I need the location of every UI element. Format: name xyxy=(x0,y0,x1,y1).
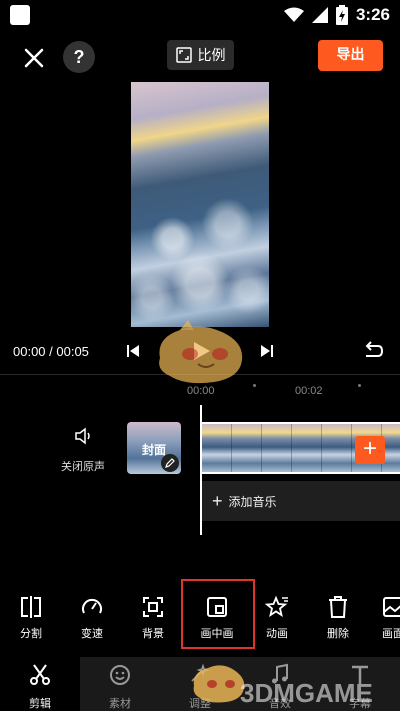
nav-label: 素材 xyxy=(109,697,131,710)
nav-label: 剪辑 xyxy=(29,697,51,710)
help-icon: ? xyxy=(73,47,85,67)
tool-label: 画中画 xyxy=(200,627,234,640)
status-icons: 3:26 xyxy=(283,4,390,26)
wifi-icon xyxy=(283,7,304,22)
jump-to-end-button[interactable] xyxy=(258,342,276,360)
mute-original-label: 关闭原声 xyxy=(61,460,105,473)
ruler-dot xyxy=(253,384,256,387)
undo-button[interactable] xyxy=(362,340,384,362)
tool-label: 动画 xyxy=(266,627,288,640)
tool-delete[interactable]: 删除 xyxy=(315,595,361,641)
background-icon xyxy=(143,597,163,617)
nav-item-materials[interactable]: 素材 xyxy=(80,663,160,711)
edit-cover-icon xyxy=(161,454,179,472)
clip-frame xyxy=(322,424,352,472)
undo-icon xyxy=(365,341,384,357)
skip-previous-icon xyxy=(127,345,139,357)
clip-frame xyxy=(232,424,262,472)
tool-picture-in-picture[interactable]: 画中画 xyxy=(194,595,240,641)
ruler-tick: 00:02 xyxy=(295,385,323,397)
battery-icon xyxy=(335,5,348,25)
tool-label: 删除 xyxy=(327,627,349,640)
add-music-label: 添加音乐 xyxy=(228,494,277,509)
close-button[interactable] xyxy=(18,42,50,74)
ruler-dot xyxy=(358,384,361,387)
status-time: 3:26 xyxy=(355,5,390,24)
tool-frame[interactable]: 画面 xyxy=(370,595,400,641)
clip-frame xyxy=(202,424,232,472)
tool-label: 背景 xyxy=(142,627,164,640)
add-music-button[interactable]: + 添加音乐 xyxy=(202,481,400,521)
watermark-mascot-logo xyxy=(193,665,245,703)
clip-frame xyxy=(262,424,292,472)
mute-original-button[interactable] xyxy=(58,426,108,450)
clip-frame xyxy=(292,424,322,472)
animation-icon xyxy=(265,595,288,617)
speaker-icon xyxy=(75,427,90,445)
status-bar: 3:26 xyxy=(0,0,400,30)
plus-icon: + xyxy=(212,491,223,511)
tool-label: 分割 xyxy=(20,627,42,640)
signal-icon xyxy=(311,7,328,23)
cover-button[interactable]: 封面 xyxy=(127,422,181,474)
nav-item-edit[interactable]: 剪辑 xyxy=(0,663,80,711)
ratio-label: 比例 xyxy=(197,48,226,64)
watermark-text: 3DMGAME xyxy=(240,678,373,708)
frame-icon xyxy=(383,597,400,617)
watermark-mascot-logo xyxy=(159,320,243,384)
tool-speed[interactable]: 变速 xyxy=(69,595,115,641)
time-readout: 00:00 / 00:05 xyxy=(13,344,89,359)
speed-icon xyxy=(82,598,102,614)
aspect-ratio-icon xyxy=(175,47,192,63)
tool-animation[interactable]: 动画 xyxy=(254,595,300,641)
close-icon xyxy=(24,48,44,68)
add-clip-button[interactable]: + xyxy=(355,436,385,464)
tool-label: 变速 xyxy=(81,627,103,640)
app-notification-icon xyxy=(10,5,30,25)
help-button[interactable]: ? xyxy=(63,41,95,73)
picture-in-picture-icon xyxy=(207,597,227,617)
export-button[interactable]: 导出 xyxy=(318,40,383,71)
jump-to-start-button[interactable] xyxy=(124,342,142,360)
delete-icon xyxy=(329,596,347,618)
sticker-icon xyxy=(110,665,130,685)
tool-split[interactable]: 分割 xyxy=(8,595,54,641)
tool-background[interactable]: 背景 xyxy=(130,595,176,641)
video-preview[interactable] xyxy=(131,82,269,327)
split-icon xyxy=(21,596,41,618)
skip-next-icon xyxy=(261,345,273,357)
ratio-button[interactable]: 比例 xyxy=(167,40,234,70)
tool-label: 画面 xyxy=(382,627,400,640)
scissors-icon xyxy=(30,664,50,685)
